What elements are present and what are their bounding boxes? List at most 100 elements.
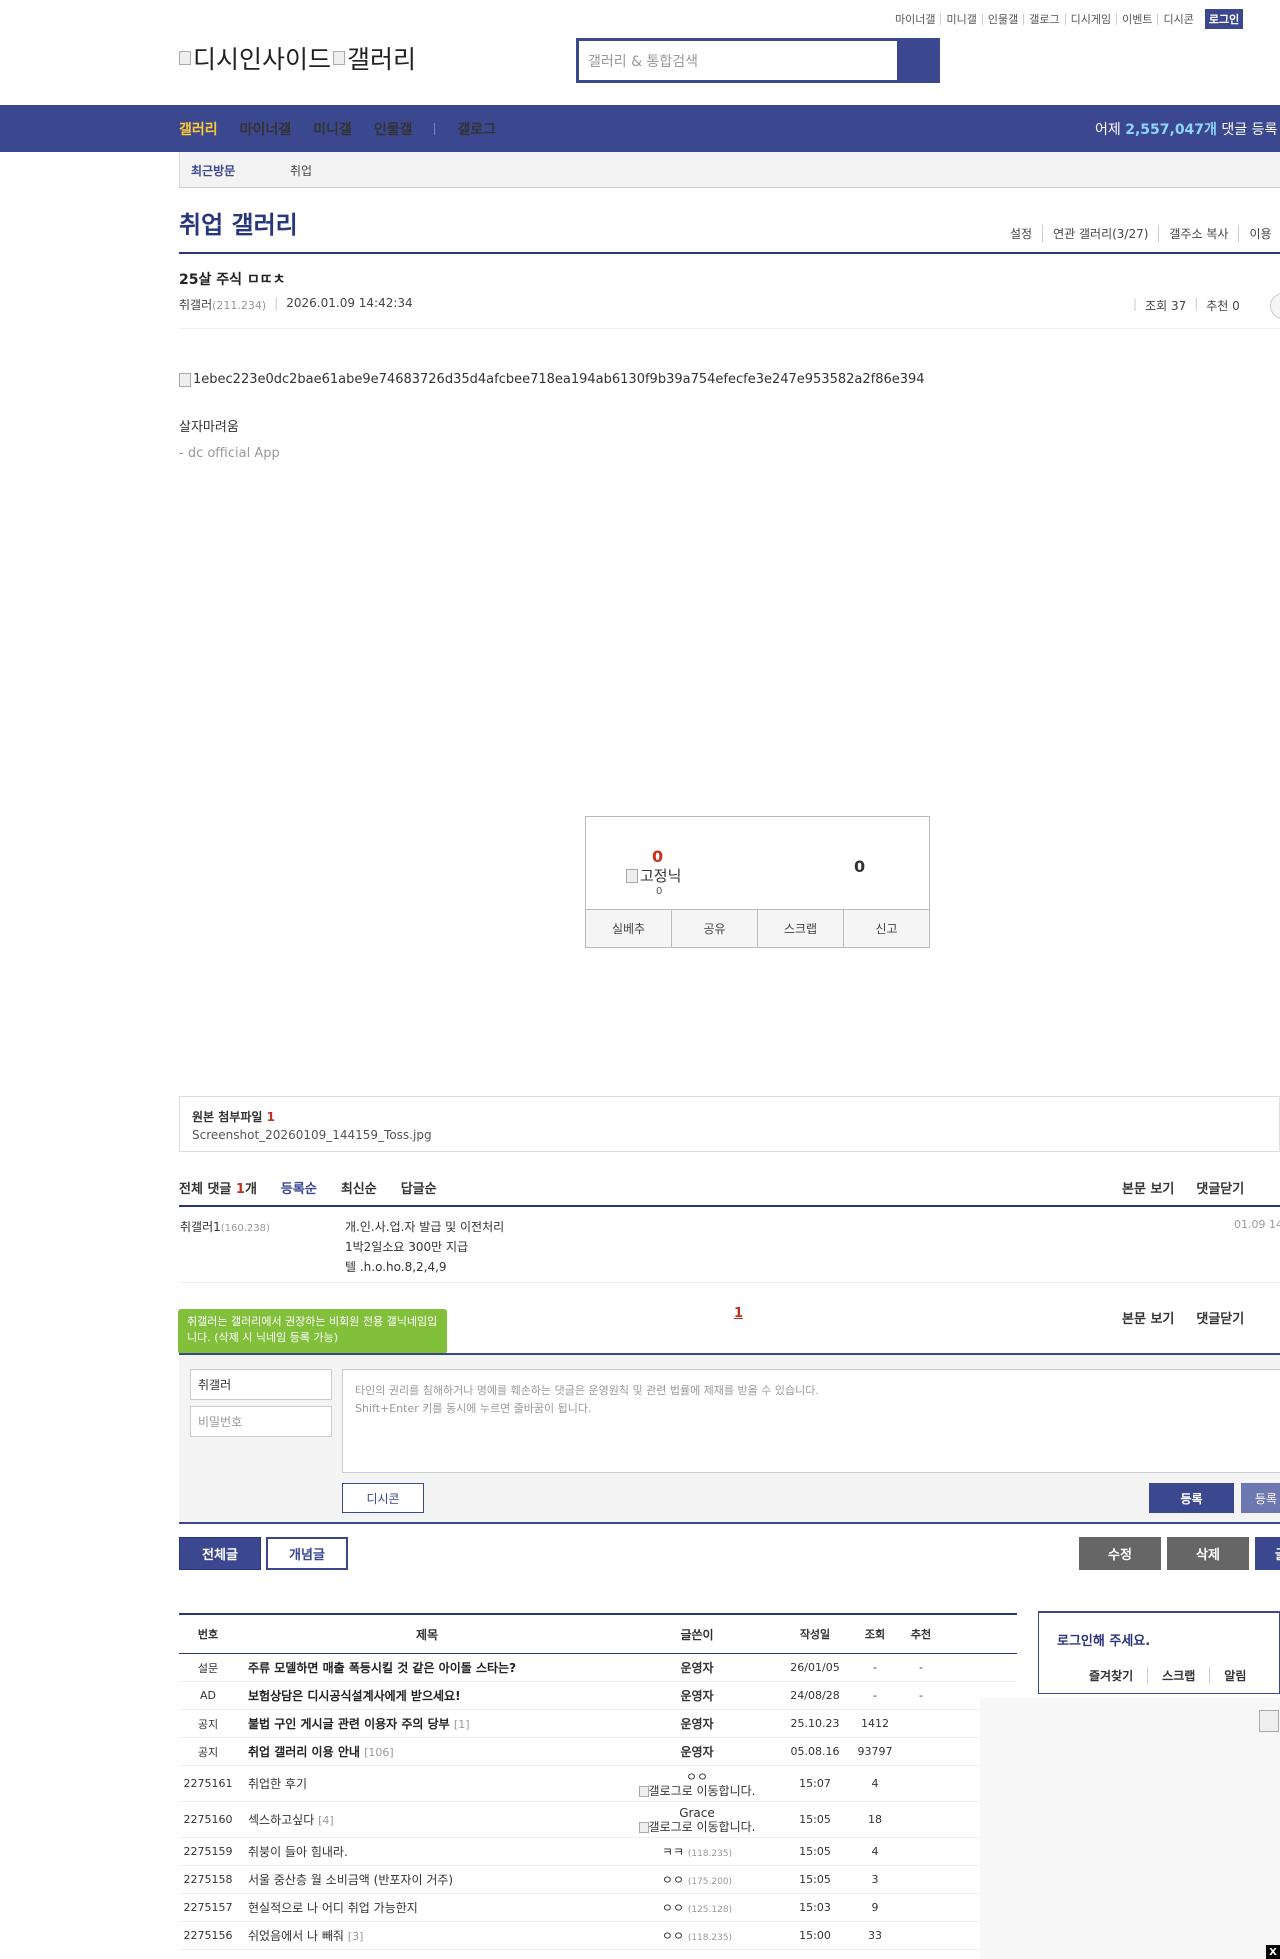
sort-replies[interactable]: 답글순 xyxy=(401,1178,437,1197)
recommend-actions: 실베추 공유 스크랩 신고 xyxy=(586,909,929,947)
row-comment-count[interactable]: [106] xyxy=(364,1746,394,1759)
row-title[interactable]: 현실적으로 나 어디 취업 가능한지 xyxy=(237,1899,617,1916)
gallog-link[interactable]: 갤로그로 이동합니다. xyxy=(617,1784,777,1798)
recent-visit-item[interactable]: 취업 xyxy=(290,162,312,179)
search-button[interactable] xyxy=(897,41,937,80)
nav-person[interactable]: 인물갤 xyxy=(374,119,413,139)
concept-posts-button[interactable]: 개념글 xyxy=(266,1537,348,1570)
view-body-button[interactable]: 본문 보기 xyxy=(1122,1308,1174,1327)
submit-comment-button[interactable]: 등록 xyxy=(1149,1483,1234,1513)
report-button[interactable]: 신고 xyxy=(844,910,929,947)
top-link-mini[interactable]: 미니갤 xyxy=(941,13,983,25)
gallery-menu-copy-url[interactable]: 갤주소 복사 xyxy=(1158,225,1238,242)
nav-minor[interactable]: 마이너갤 xyxy=(240,119,292,139)
row-writer[interactable]: 운영자 xyxy=(617,1687,777,1704)
top-link-gallog[interactable]: 갤로그 xyxy=(1024,13,1066,25)
row-writer[interactable]: 운영자 xyxy=(617,1715,777,1732)
row-comment-count[interactable]: [3] xyxy=(348,1930,364,1943)
best-recommend-button[interactable]: 실베추 xyxy=(586,910,672,947)
write-button[interactable]: 글 xyxy=(1255,1537,1280,1570)
sort-latest[interactable]: 최신순 xyxy=(341,1178,377,1197)
row-comment-count[interactable]: [4] xyxy=(318,1814,334,1827)
post-option-button[interactable] xyxy=(1270,293,1280,319)
table-row[interactable]: 2275159 취붕이 들아 힘내라. ㅋㅋ (118.235) 15:05 4 xyxy=(179,1838,1017,1866)
edit-button[interactable]: 수정 xyxy=(1079,1537,1161,1570)
table-row[interactable]: 2275161 취업한 후기 ㅇㅇ 갤로그로 이동합니다. 15:07 4 xyxy=(179,1766,1017,1802)
top-link-game[interactable]: 디시게임 xyxy=(1066,13,1118,25)
row-writer[interactable]: ㅇㅇ 갤로그로 이동합니다. xyxy=(617,1770,777,1798)
row-title[interactable]: 보험상담은 디시공식설계사에게 받으세요! xyxy=(237,1687,617,1704)
site-logo[interactable]: 디시인사이드 갤러리 xyxy=(179,40,416,76)
row-writer[interactable]: ㅇㅇ (175.200) xyxy=(617,1871,777,1888)
delete-button[interactable]: 삭제 xyxy=(1167,1537,1249,1570)
nav-gallery[interactable]: 갤러리 xyxy=(179,119,218,139)
login-prompt[interactable]: 로그인해 주세요. xyxy=(1057,1630,1150,1649)
row-writer[interactable]: 운영자 xyxy=(617,1659,777,1676)
post-author[interactable]: 취갤러(211.234) xyxy=(179,296,266,313)
row-writer[interactable]: ㅋㅋ (118.235) xyxy=(617,1843,777,1860)
close-comments-button[interactable]: 댓글닫기 xyxy=(1196,1178,1244,1197)
all-posts-button[interactable]: 전체글 xyxy=(179,1537,261,1570)
share-button[interactable]: 공유 xyxy=(672,910,758,947)
table-row[interactable]: 공지 불법 구인 게시글 관련 이용자 주의 당부 [1] 운영자 25.10.23… xyxy=(179,1710,1017,1738)
row-writer[interactable]: 운영자 xyxy=(617,1743,777,1760)
comment-ip: (160.238) xyxy=(220,1223,270,1234)
table-row[interactable]: 2275156 쉬었음에서 나 빼줘 [3] ㅇㅇ (118.235) 15:00 33 xyxy=(179,1922,1017,1950)
top-link-event[interactable]: 이벤트 xyxy=(1117,13,1159,25)
favorites-link[interactable]: 즐겨찾기 xyxy=(1089,1667,1147,1684)
table-row[interactable]: 공지 취업 갤러리 이용 안내 [106] 운영자 05.08.16 93797 xyxy=(179,1738,1017,1766)
table-row[interactable]: AD 보험상담은 디시공식설계사에게 받으세요! 운영자 24/08/28 - - xyxy=(179,1682,1017,1710)
scrap-button[interactable]: 스크랩 xyxy=(758,910,844,947)
comment-nick[interactable]: 취갤러1(160.238) xyxy=(180,1218,270,1235)
close-comments-button[interactable]: 댓글닫기 xyxy=(1196,1308,1244,1327)
gallery-menu-settings[interactable]: 설정 xyxy=(1000,225,1042,242)
row-title[interactable]: 취붕이 들아 힘내라. xyxy=(237,1843,617,1860)
gallery-title[interactable]: 취업 갤러리 xyxy=(179,205,298,240)
password-field[interactable]: 비밀번호 xyxy=(190,1406,332,1437)
sort-registered[interactable]: 등록순 xyxy=(281,1178,317,1197)
post-image[interactable]: 1ebec223e0dc2bae61abe9e74683726d35d4afcb… xyxy=(179,372,925,387)
row-writer[interactable]: ㅇㅇ (125.128) xyxy=(617,1899,777,1916)
scrap-link[interactable]: 스크랩 xyxy=(1147,1667,1209,1684)
table-row[interactable]: 2275160 섹스하고싶다 [4] Grace 갤로그로 이동합니다. 15:05 18 xyxy=(179,1802,1017,1838)
view-body-button[interactable]: 본문 보기 xyxy=(1122,1178,1174,1197)
attachment-file[interactable]: Screenshot_20260109_144159_Toss.jpg xyxy=(192,1128,432,1142)
row-title[interactable]: 취업한 후기 xyxy=(237,1775,617,1792)
search-input[interactable]: 갤러리 & 통합검색 xyxy=(579,41,897,80)
row-number: 2275156 xyxy=(183,1929,233,1942)
submit-recommend-button[interactable]: 등록 xyxy=(1241,1483,1280,1513)
row-title[interactable]: 주류 모델하면 매출 폭등시킬 것 같은 아이돌 스타는? xyxy=(237,1659,617,1676)
close-icon[interactable]: X xyxy=(1266,1945,1280,1959)
comment-textarea[interactable]: 타인의 권리를 침해하거나 명예를 훼손하는 댓글은 운영원칙 및 관련 법률에… xyxy=(342,1369,1280,1473)
row-title[interactable]: 섹스하고싶다 [4] xyxy=(237,1811,617,1828)
login-button[interactable]: 로그인 xyxy=(1204,9,1244,29)
row-writer[interactable]: ㅇㅇ (118.235) xyxy=(617,1927,777,1944)
nav-gallog[interactable]: 갤로그 xyxy=(457,119,496,139)
table-row[interactable]: 2275158 서울 중산층 월 소비금액 (반포자이 거주) ㅇㅇ (175.2… xyxy=(179,1866,1017,1894)
notification-link[interactable]: 알림 xyxy=(1209,1667,1260,1684)
gallog-link[interactable]: 갤로그로 이동합니다. xyxy=(617,1820,777,1834)
row-title[interactable]: 취업 갤러리 이용 안내 [106] xyxy=(237,1743,617,1760)
row-title[interactable]: 불법 구인 게시글 관련 이용자 주의 당부 [1] xyxy=(237,1715,617,1732)
nickname-field[interactable]: 취갤러 xyxy=(190,1369,332,1400)
fixed-nick-recommend[interactable]: 고정닉 xyxy=(626,865,681,886)
top-link-dccon[interactable]: 디시콘 xyxy=(1158,14,1198,25)
row-recommend: - xyxy=(919,1661,923,1674)
row-recommend: - xyxy=(919,1689,923,1702)
recent-visit-label[interactable]: 최근방문 xyxy=(191,162,235,179)
table-row[interactable]: 2275157 현실적으로 나 어디 취업 가능한지 ㅇㅇ (125.128) 15… xyxy=(179,1894,1017,1922)
gallery-menu-usage[interactable]: 이용 xyxy=(1238,225,1280,242)
comment-page-1[interactable]: 1 xyxy=(734,1306,743,1321)
gallery-menu-related[interactable]: 연관 갤러리(3/27) xyxy=(1042,225,1158,242)
top-link-person[interactable]: 인물갤 xyxy=(983,13,1025,25)
row-title[interactable]: 서울 중산층 월 소비금액 (반포자이 거주) xyxy=(237,1871,617,1888)
table-row[interactable]: 설문 주류 모델하면 매출 폭등시킬 것 같은 아이돌 스타는? 운영자 26/0… xyxy=(179,1654,1017,1682)
dccon-button[interactable]: 디시콘 xyxy=(342,1483,424,1513)
row-writer[interactable]: Grace 갤로그로 이동합니다. xyxy=(617,1806,777,1834)
top-link-minor[interactable]: 마이너갤 xyxy=(890,13,942,25)
nav-mini[interactable]: 미니갤 xyxy=(313,119,352,139)
header-views: 조회 xyxy=(864,1628,886,1641)
row-comment-count[interactable]: [1] xyxy=(454,1718,470,1731)
row-title[interactable]: 쉬었음에서 나 빼줘 [3] xyxy=(237,1927,617,1944)
header-writer: 글쓴이 xyxy=(680,1627,714,1642)
